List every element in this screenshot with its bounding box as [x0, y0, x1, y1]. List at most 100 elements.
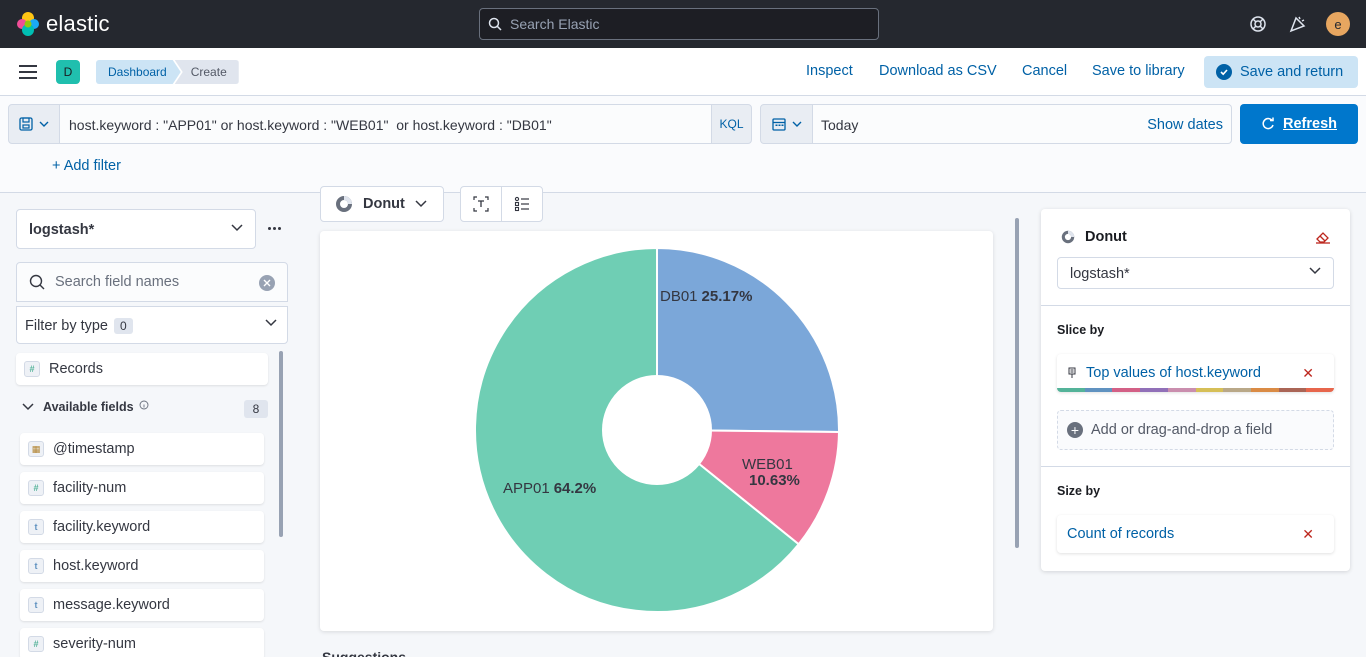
palette-swatch: [1112, 388, 1141, 392]
save-icon: [19, 117, 33, 131]
layer-index-label: logstash*: [1070, 266, 1130, 282]
text-labels-icon: [473, 196, 489, 212]
value-labels-button[interactable]: [460, 186, 502, 222]
help-icon[interactable]: [1247, 13, 1269, 35]
index-pattern-label: logstash*: [29, 222, 95, 238]
field-item-facility-keyword[interactable]: t facility.keyword: [20, 511, 264, 543]
refresh-label: Refresh: [1283, 116, 1337, 132]
field-search[interactable]: [16, 262, 288, 302]
workspace-scrollbar[interactable]: [1015, 218, 1019, 548]
color-palette: [1057, 388, 1334, 392]
query-input[interactable]: host.keyword : "APP01" or host.keyword :…: [60, 104, 711, 144]
chevron-down-icon: [415, 200, 427, 208]
legend-icon: [514, 196, 529, 212]
layer-title-label: Donut: [1085, 229, 1127, 245]
chevron-down-icon: [265, 319, 277, 327]
query-language-button[interactable]: KQL: [711, 104, 752, 144]
field-item-host-keyword[interactable]: t host.keyword: [20, 550, 264, 582]
number-type-icon: #: [28, 480, 44, 496]
date-quick-menu-button[interactable]: [760, 104, 813, 144]
show-dates-button[interactable]: Show dates: [1147, 117, 1223, 133]
global-search[interactable]: [479, 8, 879, 40]
breadcrumb: Dashboard Create: [96, 60, 239, 84]
available-fields-toggle[interactable]: Available fields: [22, 400, 149, 414]
string-type-icon: t: [28, 597, 44, 613]
space-avatar[interactable]: D: [56, 60, 80, 84]
field-name: host.keyword: [53, 558, 139, 574]
palette-swatch: [1223, 388, 1251, 392]
donut-icon: [1061, 230, 1075, 244]
index-pattern-select[interactable]: logstash*: [16, 209, 256, 249]
saved-query-button[interactable]: [8, 104, 60, 144]
breadcrumb-create: Create: [174, 60, 239, 84]
search-icon: [29, 274, 45, 290]
config-panel: Donut logstash* Slice by Top values of h…: [1041, 209, 1350, 571]
brand-name: elastic: [46, 11, 110, 36]
add-field-label: Add or drag-and-drop a field: [1091, 422, 1273, 438]
field-name: Records: [49, 361, 103, 377]
elastic-logo[interactable]: elastic: [16, 11, 110, 37]
add-filter-button[interactable]: + Add filter: [52, 158, 121, 174]
size-by-dimension[interactable]: Count of records ✕: [1057, 515, 1334, 553]
cancel-button[interactable]: Cancel: [1022, 63, 1067, 79]
slice-label-web01: WEB01: [742, 456, 793, 473]
string-type-icon: t: [28, 519, 44, 535]
chart-type-label: Donut: [363, 196, 405, 212]
legend-settings-button[interactable]: [501, 186, 543, 222]
user-avatar[interactable]: e: [1326, 12, 1350, 36]
size-by-label: Size by: [1057, 484, 1101, 498]
chart-panel: DB01 25.17% WEB01 10.63% APP01 64.2%: [320, 231, 993, 631]
field-item-severity-num[interactable]: # severity-num: [20, 628, 264, 657]
size-by-value: Count of records: [1067, 526, 1175, 542]
chevron-down-icon: [22, 403, 34, 411]
chevron-down-icon: [1309, 267, 1321, 275]
field-name: severity-num: [53, 636, 136, 652]
refresh-button[interactable]: Refresh: [1240, 104, 1358, 144]
palette-swatch: [1167, 388, 1196, 392]
plus-icon: +: [1067, 422, 1083, 438]
palette-swatch: [1084, 388, 1113, 392]
data-panel: logstash* Filter by type 0 # Records Avai…: [0, 193, 304, 657]
breadcrumb-dashboard[interactable]: Dashboard: [96, 60, 181, 84]
field-item-facility-num[interactable]: # facility-num: [20, 472, 264, 504]
filter-by-type-button[interactable]: Filter by type 0: [16, 306, 288, 344]
chevron-down-icon: [792, 121, 801, 127]
clear-icon[interactable]: [259, 275, 275, 291]
divider: [1041, 466, 1350, 467]
slice-by-dimension[interactable]: Top values of host.keyword ✕: [1057, 354, 1334, 392]
save-and-return-label: Save and return: [1240, 64, 1344, 80]
filter-type-count: 0: [114, 318, 133, 334]
filter-by-type-label: Filter by type: [25, 318, 108, 334]
remove-icon[interactable]: ✕: [1302, 365, 1314, 382]
chevron-down-icon: [231, 224, 243, 232]
field-item-records[interactable]: # Records: [16, 353, 268, 385]
field-item-timestamp[interactable]: ▦ @timestamp: [20, 433, 264, 465]
palette-swatch: [1140, 388, 1168, 392]
global-search-input[interactable]: [510, 16, 850, 32]
field-name: facility.keyword: [53, 519, 151, 535]
date-range-picker[interactable]: Today Show dates: [813, 104, 1232, 144]
field-list-scrollbar[interactable]: [279, 351, 283, 537]
refresh-icon: [1262, 117, 1274, 130]
remove-icon[interactable]: ✕: [1302, 526, 1314, 543]
layer-index-select[interactable]: logstash*: [1057, 257, 1334, 289]
available-fields-count: 8: [244, 400, 268, 418]
more-options-icon[interactable]: [268, 227, 281, 230]
inspect-button[interactable]: Inspect: [806, 63, 853, 79]
donut-icon: [336, 196, 352, 212]
download-csv-button[interactable]: Download as CSV: [879, 63, 997, 79]
chart-type-switch[interactable]: Donut: [320, 186, 444, 222]
donut-chart[interactable]: DB01 25.17% WEB01 10.63% APP01 64.2%: [320, 231, 993, 631]
clear-layer-icon[interactable]: [1315, 230, 1331, 244]
drag-handle-icon: [1068, 367, 1076, 378]
palette-swatch: [1195, 388, 1224, 392]
add-field-dropzone[interactable]: + Add or drag-and-drop a field: [1057, 410, 1334, 450]
field-item-message-keyword[interactable]: t message.keyword: [20, 589, 264, 621]
save-and-return-button[interactable]: Save and return: [1204, 56, 1358, 88]
save-to-library-button[interactable]: Save to library: [1092, 63, 1185, 79]
palette-swatch: [1057, 388, 1085, 392]
calendar-icon: [771, 118, 786, 131]
field-search-input[interactable]: [55, 274, 255, 290]
newsfeed-icon[interactable]: [1287, 13, 1309, 35]
menu-icon[interactable]: [19, 65, 37, 79]
